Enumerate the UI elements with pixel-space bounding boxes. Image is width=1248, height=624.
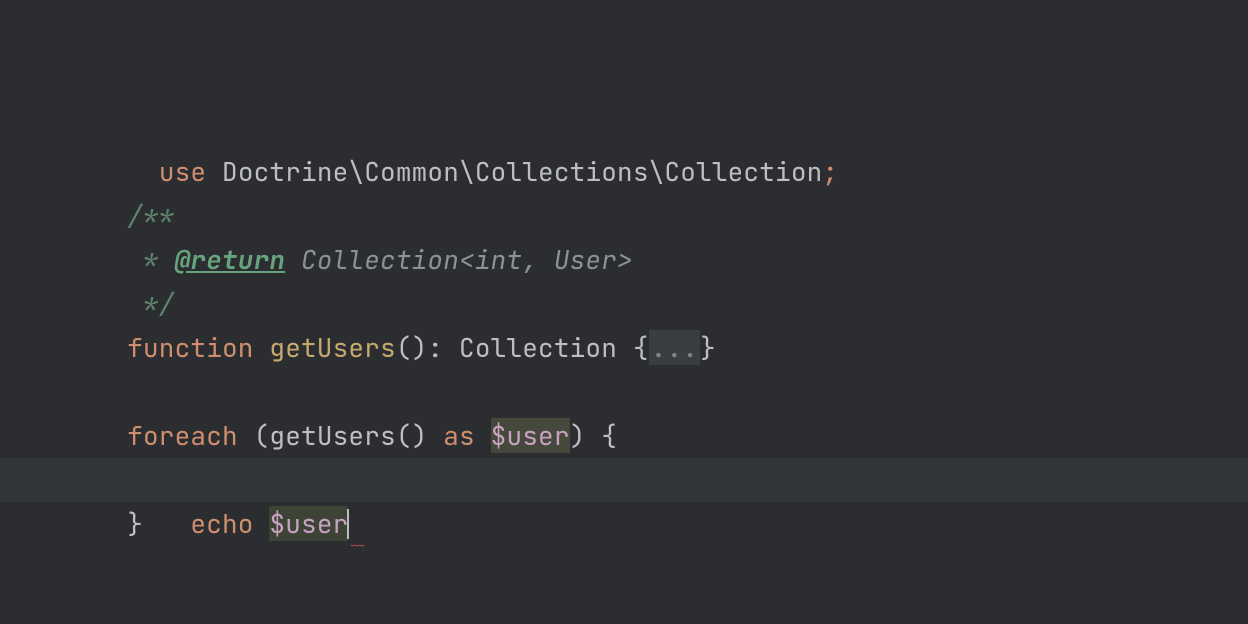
code-line[interactable]: } — [64, 458, 1248, 502]
docblock-type: Collection<int, User> — [285, 242, 633, 277]
keyword-use: use — [159, 154, 222, 189]
code-line[interactable]: * @return Collection<int, User> — [64, 194, 1248, 238]
paren-open: ( — [254, 418, 270, 453]
function-call: getUsers — [269, 418, 395, 453]
keyword-echo: echo — [190, 506, 269, 541]
docblock-open: /** — [127, 198, 174, 233]
code-line[interactable]: function getUsers(): Collection {...} — [64, 282, 1248, 326]
parens: () — [396, 330, 428, 365]
brace-close: } — [127, 506, 143, 541]
keyword-function: function — [127, 330, 269, 365]
code-line[interactable]: use Doctrine\Common\Collections\Collecti… — [64, 62, 1248, 106]
colon: : — [427, 330, 459, 365]
semicolon: ; — [822, 154, 838, 189]
variable-user: $user — [269, 506, 348, 541]
return-type: Collection — [459, 330, 633, 365]
keyword-foreach: foreach — [127, 418, 253, 453]
code-line-blank[interactable] — [64, 106, 1248, 150]
foreach-close: ) { — [570, 418, 617, 453]
code-editor[interactable]: use Doctrine\Common\Collections\Collecti… — [0, 0, 1248, 502]
namespace-path: Doctrine\Common\Collections\Collection — [222, 154, 822, 189]
variable-user: $user — [491, 418, 570, 453]
code-line[interactable]: foreach (getUsers() as $user) { — [64, 370, 1248, 414]
brace-open: { — [633, 330, 649, 365]
function-name: getUsers — [269, 330, 395, 365]
text-caret — [347, 509, 349, 539]
docblock-close: */ — [127, 286, 174, 321]
keyword-as: as — [443, 418, 490, 453]
error-squiggle-icon: ﹏ — [350, 519, 362, 563]
call-parens: () — [396, 418, 443, 453]
brace-close: } — [700, 330, 716, 365]
docblock-tag-return: @return — [175, 242, 286, 277]
docblock-star: * — [127, 242, 174, 277]
code-fold-ellipsis-icon[interactable]: ... — [649, 330, 700, 365]
